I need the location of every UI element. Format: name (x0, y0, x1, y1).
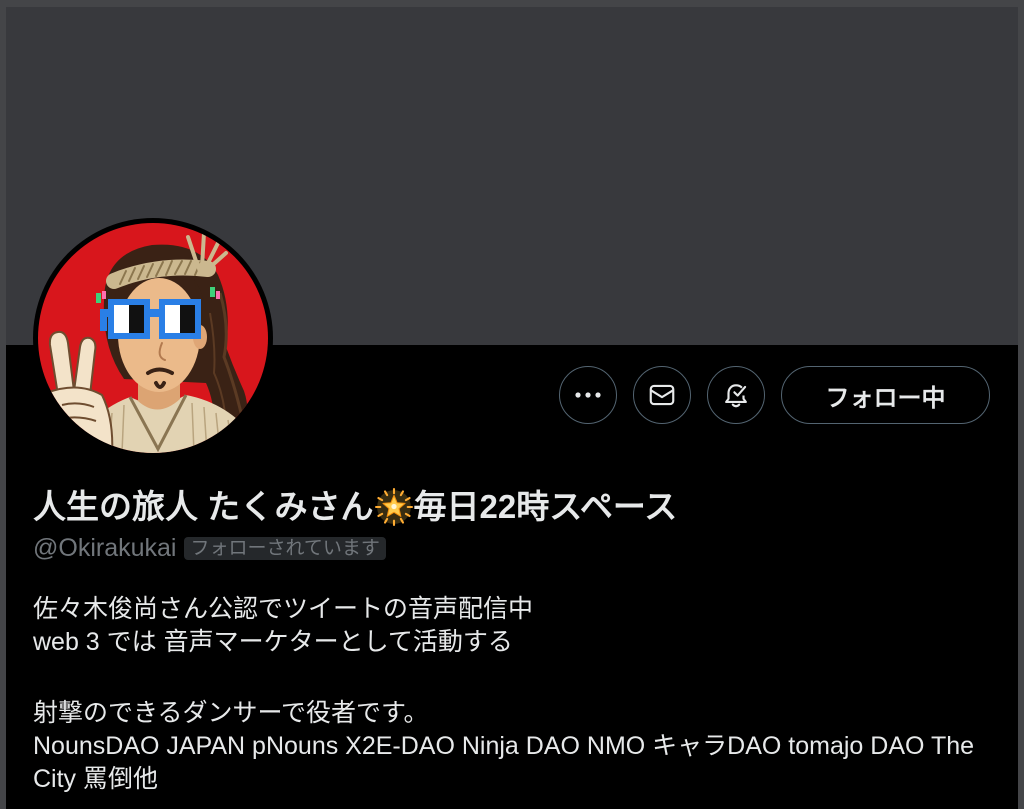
bio-paragraph: 佐々木俊尚さん公認でツイートの音声配信中 web 3 では 音声マーケターとして… (33, 593, 985, 659)
following-button[interactable]: フォロー中 (781, 366, 990, 424)
username-handle: @Okirakukai (33, 534, 177, 562)
bio-line: NounsDAO JAPAN pNouns X2E-DAO Ninja DAO … (33, 732, 975, 793)
profile-actions: フォロー中 (559, 366, 990, 424)
profile-bio: 佐々木俊尚さん公認でツイートの音声配信中 web 3 では 音声マーケターとして… (33, 593, 985, 796)
avatar-image (38, 223, 268, 453)
profile-page: フォロー中 人生の旅人 たくみさん 毎日22時スペース @Okirakukai … (6, 7, 1018, 809)
following-button-label: フォロー中 (825, 384, 946, 412)
notifications-button[interactable] (707, 366, 765, 424)
more-button[interactable] (559, 366, 617, 424)
follows-you-badge: フォローされています (184, 536, 386, 560)
more-horizontal-icon (574, 381, 602, 409)
bio-line: web 3 では 音声マーケターとして活動する (33, 628, 513, 656)
bio-line: 佐々木俊尚さん公認でツイートの音声配信中 (33, 595, 534, 623)
message-button[interactable] (633, 366, 691, 424)
display-name: 人生の旅人 たくみさん 毎日22時スペース (33, 487, 677, 527)
handle-row: @Okirakukai フォローされています (33, 534, 386, 562)
glowing-star-icon (374, 488, 413, 526)
profile-avatar[interactable] (33, 218, 273, 458)
bell-check-icon (721, 380, 751, 410)
display-name-text: 人生の旅人 たくみさん (33, 488, 374, 525)
display-name-text: 毎日22時スペース (413, 488, 678, 525)
envelope-icon (647, 380, 677, 410)
bio-line: 射撃のできるダンサーで役者です。 (33, 699, 429, 727)
bio-paragraph: 射撃のできるダンサーで役者です。 NounsDAO JAPAN pNouns X… (33, 697, 985, 796)
